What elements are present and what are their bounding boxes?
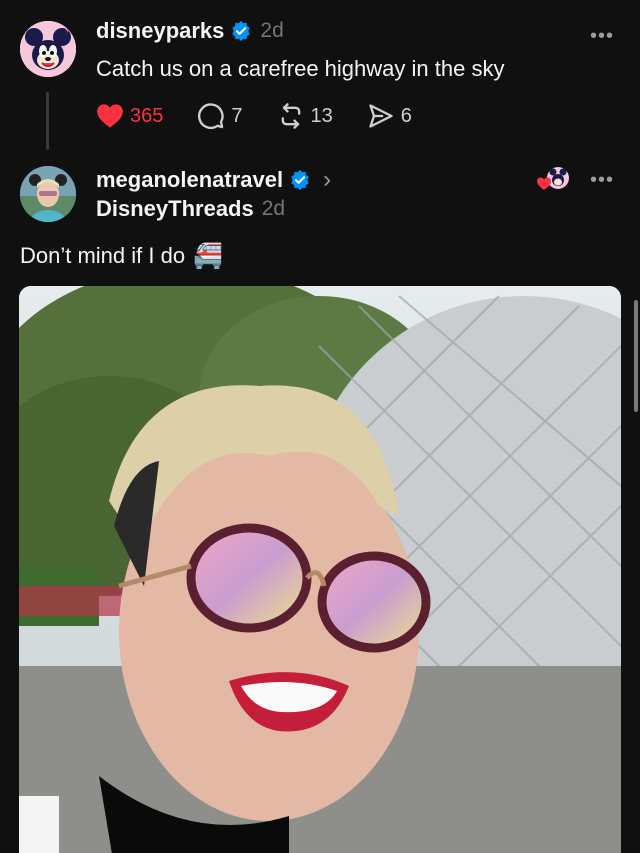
post1-header: disneyparks 2d (96, 18, 284, 44)
send-icon (369, 104, 393, 128)
reply-button[interactable]: 7 (197, 102, 243, 130)
avatar-disneyparks[interactable]: ✦ (20, 21, 76, 77)
post2-subheader: DisneyThreads 2d (96, 196, 285, 222)
more-options-icon[interactable]: ••• (590, 170, 614, 190)
chevron-right-icon[interactable]: › (323, 166, 331, 194)
svg-text:✦: ✦ (64, 26, 72, 36)
action-bar: 365 7 13 6 (96, 102, 446, 130)
mickey-avatar-icon: ✦ (20, 21, 76, 77)
avatar-meganolenatravel[interactable] (20, 166, 76, 222)
post-text-row: Don’t mind if I do 🚝 (20, 242, 223, 270)
timestamp: 2d (261, 197, 286, 220)
post-text: Catch us on a carefree highway in the sk… (96, 56, 505, 81)
heart-filled-icon (97, 104, 123, 128)
verified-badge-icon (232, 20, 251, 42)
post-text: Don’t mind if I do (20, 243, 186, 268)
repost-count: 13 (310, 104, 333, 127)
post-photo[interactable] (19, 286, 621, 853)
username[interactable]: meganolenatravel (96, 167, 283, 193)
scrollbar[interactable] (634, 300, 638, 412)
post-disneyparks: ✦ disneyparks 2d ••• Catch us on a caref… (0, 0, 640, 160)
liked-by-avatar-icon[interactable] (536, 166, 572, 192)
thread-line (46, 92, 49, 150)
monorail-emoji-icon: 🚝 (193, 242, 223, 270)
more-options-icon[interactable]: ••• (590, 26, 614, 46)
profile-photo-icon (20, 166, 76, 222)
community-name[interactable]: DisneyThreads (96, 196, 254, 222)
repost-button[interactable]: 13 (277, 102, 333, 130)
reply-count: 7 (231, 104, 243, 127)
verified-badge-icon (291, 169, 309, 191)
like-count: 365 (130, 104, 164, 127)
post2-header: meganolenatravel › (96, 166, 331, 194)
selfie-photo-icon (19, 286, 621, 853)
timestamp: 2d (260, 19, 284, 42)
username[interactable]: disneyparks (96, 18, 224, 44)
repost-icon (281, 103, 300, 129)
share-button[interactable]: 6 (367, 102, 412, 130)
share-count: 6 (400, 104, 412, 127)
like-button[interactable]: 365 (96, 103, 163, 129)
comment-icon (198, 103, 225, 129)
